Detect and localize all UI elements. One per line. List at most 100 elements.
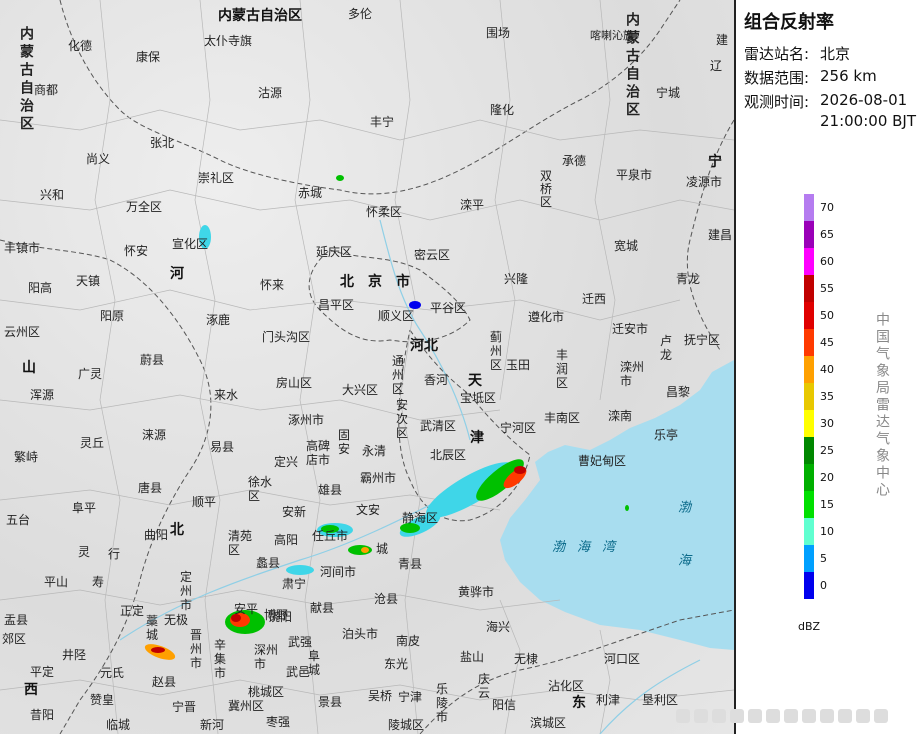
place-label: 垦利区 xyxy=(642,693,679,707)
place-label: 太仆寺旗 xyxy=(204,34,253,48)
place-label: 平山 xyxy=(44,575,69,589)
region-label: 内蒙古自治区 xyxy=(18,26,34,134)
place-label: 怀柔区 xyxy=(366,205,403,219)
place-label: 黄骅市 xyxy=(458,585,495,599)
place-label: 双桥区 xyxy=(540,169,553,209)
colorbar-segment xyxy=(804,248,814,275)
place-label: 兴和 xyxy=(40,188,65,202)
place-label: 沽源 xyxy=(258,86,283,100)
watermark-dot xyxy=(874,709,888,723)
watermark-dot xyxy=(856,709,870,723)
place-label: 阳信 xyxy=(492,698,517,712)
place-label: 河北 xyxy=(410,338,438,354)
place-label: 丰宁 xyxy=(370,115,395,129)
place-label: 化德 xyxy=(68,39,93,53)
time-clock-value: 21:00:00 BJT xyxy=(820,112,917,130)
place-label: 青县 xyxy=(398,557,423,571)
colorbar-segment xyxy=(804,383,814,410)
colorbar-segment xyxy=(804,491,814,518)
place-label: 天 xyxy=(468,373,482,389)
place-label: 延庆区 xyxy=(316,245,353,259)
place-label: 北京市 xyxy=(340,274,424,290)
place-label: 门头沟区 xyxy=(262,330,311,344)
place-label: 灵 xyxy=(78,545,91,559)
place-label: 内蒙古自治区 xyxy=(218,8,302,24)
radar-map[interactable]: 内蒙古自治区 多伦 围场 喀喇沁旗 建 化德 康保 太仆寺旗 商都 沽源 隆化 … xyxy=(0,0,734,734)
place-label: 阜平 xyxy=(72,501,97,515)
place-label: 昌平区 xyxy=(318,298,355,312)
place-label: 献县 xyxy=(310,601,335,615)
place-label: 顺义区 xyxy=(378,309,415,323)
watermark-dot xyxy=(748,709,762,723)
place-label: 泊头市 xyxy=(342,627,379,641)
place-label: 阜城 xyxy=(308,649,321,677)
place-label: 乐陵市 xyxy=(436,682,449,724)
place-label: 昌黎 xyxy=(666,385,691,399)
range-value: 256 km xyxy=(820,67,877,85)
place-label: 平谷区 xyxy=(430,301,467,315)
place-label: 河 xyxy=(170,266,184,282)
place-label: 涿鹿 xyxy=(206,313,231,327)
place-label: 灵丘 xyxy=(80,436,105,450)
place-label: 北辰区 xyxy=(430,448,467,462)
colorbar-tick-label: 10 xyxy=(820,525,834,538)
colorbar-tick-label: 40 xyxy=(820,363,834,376)
colorbar-segment xyxy=(804,464,814,491)
place-label: 安新 xyxy=(282,505,307,519)
place-label: 隆化 xyxy=(490,103,515,117)
place-label: 滦州市 xyxy=(620,360,645,388)
region-label: 内蒙古自治区 xyxy=(624,12,640,120)
place-label: 赞皇 xyxy=(90,693,115,707)
place-label: 景县 xyxy=(318,695,343,709)
station-label: 雷达站名: xyxy=(744,45,810,63)
place-label: 河口区 xyxy=(604,652,641,666)
place-label: 盂县 xyxy=(4,613,29,627)
place-label: 饶阳 xyxy=(268,610,293,624)
place-label: 宁 xyxy=(708,154,722,170)
place-label: 霸州市 xyxy=(360,471,397,485)
place-label: 高阳 xyxy=(274,533,299,547)
watermark-dot xyxy=(784,709,798,723)
place-label: 抚宁区 xyxy=(684,333,721,347)
time-label: 观测时间: xyxy=(744,93,810,111)
watermark-dot xyxy=(730,709,744,723)
colorbar-tick-label: 65 xyxy=(820,228,834,241)
place-label: 赵县 xyxy=(152,675,177,689)
place-label: 繁峙 xyxy=(14,450,39,464)
colorbar-tick-label: 15 xyxy=(820,498,834,511)
colorbar-segment xyxy=(804,275,814,302)
radar-map-screenshot: 内蒙古自治区 多伦 围场 喀喇沁旗 建 化德 康保 太仆寺旗 商都 沽源 隆化 … xyxy=(0,0,924,734)
agency-credit: 中国气象局雷达气象中心 xyxy=(874,312,890,499)
place-label: 大兴区 xyxy=(342,383,379,397)
place-label: 沾化区 xyxy=(548,679,585,693)
watermark-dot xyxy=(712,709,726,723)
place-label: 肃宁 xyxy=(282,577,307,591)
place-label: 密云区 xyxy=(414,248,451,262)
place-label: 丰润区 xyxy=(556,348,569,390)
station-value: 北京 xyxy=(820,45,851,63)
place-label: 建昌 xyxy=(708,228,733,242)
place-label: 庆云 xyxy=(478,672,491,700)
place-label: 香河 xyxy=(424,373,449,387)
place-label: 冀州区 xyxy=(228,699,265,713)
place-label: 宽城 xyxy=(614,239,639,253)
place-label: 高碑店市 xyxy=(306,439,331,467)
place-label: 怀安 xyxy=(124,244,149,258)
place-label: 商都 xyxy=(34,83,59,97)
colorbar-segment xyxy=(804,356,814,383)
info-panel: 组合反射率 雷达站名: 北京 数据范围: 256 km 观测时间: 2026-0… xyxy=(736,0,924,734)
place-label: 宁河区 xyxy=(500,421,537,435)
colorbar-segment xyxy=(804,410,814,437)
place-label: 万全区 xyxy=(126,200,163,214)
colorbar-tick-label: 35 xyxy=(820,390,834,403)
watermark-dots xyxy=(676,708,920,726)
colorbar-segment xyxy=(804,572,814,599)
place-label: 无极 xyxy=(164,613,189,627)
place-label: 顺平 xyxy=(192,495,217,509)
place-label: 河间市 xyxy=(320,565,357,579)
watermark-dot xyxy=(694,709,708,723)
watermark-dot xyxy=(676,709,690,723)
place-label: 西 xyxy=(24,682,38,698)
place-label: 辛集市 xyxy=(214,638,227,680)
place-label: 定州市 xyxy=(180,570,193,612)
